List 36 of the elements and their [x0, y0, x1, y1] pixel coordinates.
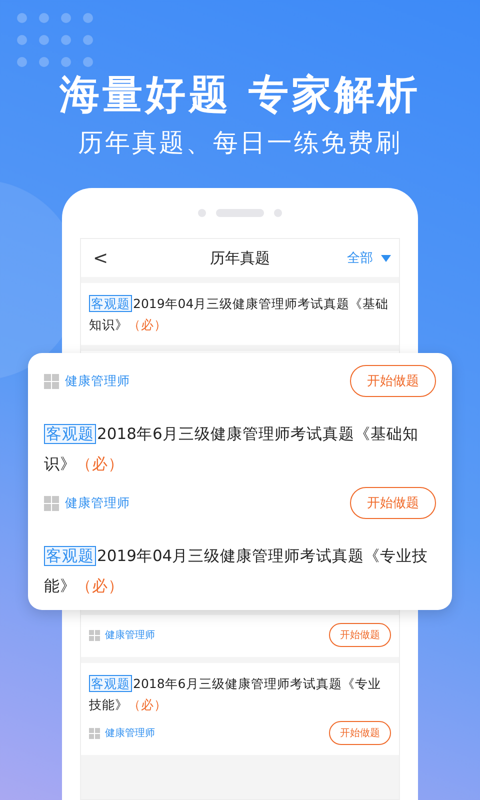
back-button[interactable]: < [89, 248, 112, 268]
sensor-dot [274, 209, 282, 217]
grid-icon [44, 496, 59, 510]
required-mark: （必） [76, 577, 124, 595]
exam-list-item[interactable]: 客观题 2019年04月三级健康管理师考试真题《基础知识》（必） [81, 283, 399, 345]
tag-label: 客观题 [89, 295, 132, 312]
grid-icon [44, 374, 59, 388]
camera-dot [198, 209, 206, 217]
tag-label: 客观题 [44, 424, 96, 444]
category-label: 健康管理师 [65, 494, 130, 512]
exam-title: 客观题 2019年04月三级健康管理师考试真题《专业技能》（必） [44, 545, 430, 597]
tag-label: 客观题 [89, 675, 132, 692]
exam-list-item[interactable]: 健康管理师 开始做题 [81, 615, 399, 657]
dropdown-triangle-icon [381, 254, 391, 262]
start-button[interactable]: 开始做题 [329, 721, 391, 745]
speaker-grille [216, 209, 264, 217]
headline: 海量好题 专家解析 [60, 71, 420, 120]
category-label: 健康管理师 [105, 628, 155, 642]
exam-title: 客观题 2019年04月三级健康管理师考试真题《基础知识》（必） [89, 294, 390, 334]
category-label: 健康管理师 [105, 726, 155, 740]
start-button[interactable]: 开始做题 [350, 365, 436, 397]
exam-title: 客观题 2018年6月三级健康管理师考试真题《基础知识》（必） [44, 423, 420, 475]
start-button[interactable]: 开始做题 [350, 487, 436, 519]
required-mark: （必） [76, 455, 124, 473]
grid-icon [89, 630, 100, 640]
required-mark: （必） [128, 317, 167, 332]
start-button[interactable]: 开始做题 [329, 623, 391, 647]
filter-dropdown[interactable]: 全部 [347, 249, 391, 267]
required-mark: （必） [128, 697, 167, 712]
category-label: 健康管理师 [65, 372, 130, 390]
exam-list-item[interactable]: 客观题 2018年6月三级健康管理师考试真题《专业技能》（必） 健康管理师 开始做题 [81, 663, 399, 755]
grid-icon [89, 728, 100, 738]
tag-label: 客观题 [44, 546, 96, 566]
screen-title: 历年真题 [209, 248, 271, 268]
exam-title: 客观题 2018年6月三级健康管理师考试真题《专业技能》（必） [89, 674, 382, 714]
subheadline: 历年真题、每日一练免费刷 [78, 127, 402, 159]
